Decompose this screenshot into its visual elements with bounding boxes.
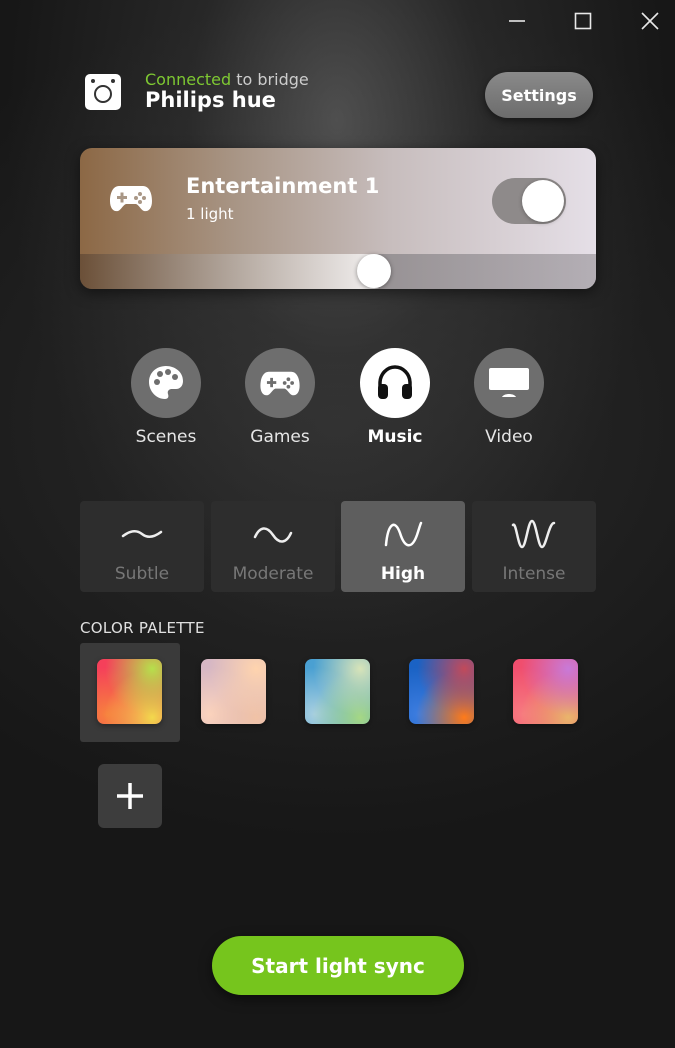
start-light-sync-button[interactable]: Start light sync: [212, 936, 464, 995]
brightness-slider-handle[interactable]: [357, 254, 392, 288]
connection-status-rest: to bridge: [231, 70, 309, 89]
intensity-intense-button[interactable]: Intense: [472, 501, 596, 592]
intensity-label: Moderate: [232, 564, 314, 584]
intensity-label: Intense: [502, 564, 566, 584]
palette-icon: [149, 366, 183, 399]
intensity-subtle-button[interactable]: Subtle: [80, 501, 204, 592]
intensity-label: Subtle: [114, 564, 170, 584]
mode-tab-label: Video: [485, 427, 533, 447]
mode-tab-label: Games: [250, 427, 310, 447]
settings-button[interactable]: Settings: [485, 72, 593, 118]
mode-tab-label: Scenes: [135, 427, 197, 447]
color-palette-title: COLOR PALETTE: [80, 619, 205, 637]
close-icon: [641, 12, 659, 30]
intensity-moderate-button[interactable]: Moderate: [211, 501, 335, 592]
intensity-label: High: [380, 564, 426, 584]
maximize-icon: [574, 12, 592, 30]
palette-swatch[interactable]: [201, 659, 266, 724]
entertainment-area-light-count: 1 light: [186, 205, 234, 223]
mode-tab-games[interactable]: Games: [230, 348, 330, 447]
bridge-icon: [85, 74, 121, 110]
wave-moderate-icon: [253, 527, 293, 543]
add-palette-button[interactable]: [98, 764, 162, 828]
maximize-button[interactable]: [563, 8, 603, 34]
connection-status: Connected to bridge: [145, 70, 309, 89]
toggle-knob: [522, 180, 564, 222]
mode-tab-music[interactable]: Music: [345, 348, 445, 447]
wave-intense-icon: [511, 519, 556, 549]
bridge-name: Philips hue: [145, 88, 276, 112]
mode-tab-scenes[interactable]: Scenes: [116, 348, 216, 447]
minimize-button[interactable]: [497, 8, 537, 34]
connection-status-word: Connected: [145, 70, 232, 89]
palette-swatch[interactable]: [409, 659, 474, 724]
minimize-icon: [509, 20, 525, 22]
wave-subtle-icon: [121, 530, 163, 538]
close-button[interactable]: [630, 8, 670, 34]
entertainment-area-title: Entertainment 1: [186, 174, 380, 198]
mode-tab-video[interactable]: Video: [459, 348, 559, 447]
plus-icon: [117, 783, 143, 809]
mode-tab-label: Music: [367, 427, 423, 447]
palette-swatch[interactable]: [513, 659, 578, 724]
brightness-slider[interactable]: [80, 254, 596, 289]
headphones-icon: [378, 365, 412, 399]
gamepad-icon: [110, 186, 152, 212]
wave-high-icon: [384, 521, 423, 547]
intensity-high-button[interactable]: High: [341, 501, 465, 592]
palette-swatch[interactable]: [305, 659, 370, 724]
entertainment-area-card: Entertainment 1 1 light: [80, 148, 596, 289]
monitor-icon: [489, 368, 529, 397]
gamepad-icon: [260, 371, 300, 396]
palette-swatch[interactable]: [97, 659, 162, 724]
entertainment-toggle[interactable]: [492, 178, 566, 224]
